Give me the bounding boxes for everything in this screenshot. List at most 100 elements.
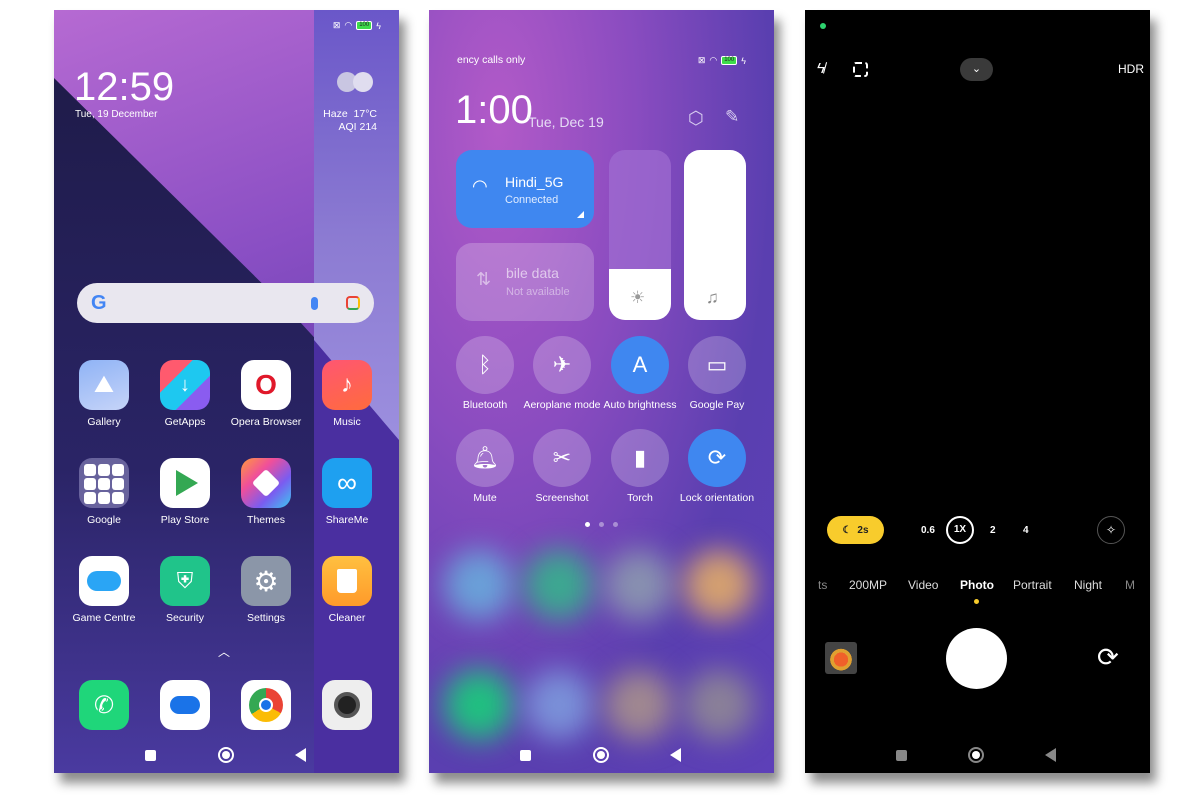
app-security[interactable]: ⛨ Security bbox=[145, 556, 225, 624]
app-drawer-chevron-icon[interactable]: ︿ bbox=[218, 643, 230, 660]
focus-icon[interactable] bbox=[853, 62, 868, 77]
zoom-1x[interactable]: 1X bbox=[946, 516, 974, 544]
zoom-2[interactable]: 2 bbox=[990, 525, 996, 536]
weather-temp: 17°C bbox=[353, 108, 377, 120]
recents-button[interactable] bbox=[145, 750, 156, 761]
app-game-centre[interactable]: Game Centre bbox=[64, 556, 144, 624]
app-play-store[interactable]: Play Store bbox=[145, 458, 225, 526]
mic-icon[interactable] bbox=[311, 296, 318, 310]
haze-icon bbox=[337, 70, 377, 92]
blurred-app bbox=[524, 670, 594, 740]
app-label: Gallery bbox=[87, 416, 121, 428]
dock-phone[interactable]: ✆ bbox=[64, 680, 144, 730]
toggle-lock-orientation[interactable]: ⟳ Lock orientation bbox=[677, 429, 757, 504]
zoom-4[interactable]: 4 bbox=[1023, 525, 1029, 536]
sun-icon: ☀ bbox=[630, 288, 646, 307]
zoom-0.6[interactable]: 0.6 bbox=[921, 525, 935, 536]
toggle-google-pay[interactable]: ▭ Google Pay bbox=[677, 336, 757, 411]
home-button[interactable] bbox=[968, 747, 984, 763]
wifi-network-name: Hindi_5G bbox=[505, 174, 564, 190]
wifi-status: Connected bbox=[505, 194, 559, 206]
app-gallery[interactable]: ⛰ Gallery bbox=[64, 360, 144, 428]
bell-icon: 🔔︎ bbox=[456, 429, 514, 487]
mode-200mp[interactable]: 200MP bbox=[849, 578, 887, 592]
toggle-auto-brightness[interactable]: A Auto brightness bbox=[600, 336, 680, 411]
mode-portrait[interactable]: Portrait bbox=[1013, 578, 1052, 592]
app-label: ShareMe bbox=[325, 514, 369, 526]
toggle-screenshot[interactable]: ✂ Screenshot bbox=[522, 429, 602, 504]
wifi-tile[interactable]: ◠ Hindi_5G Connected bbox=[456, 150, 594, 228]
switch-camera-icon[interactable]: ⟳ bbox=[1097, 642, 1119, 673]
mode-night[interactable]: Night bbox=[1074, 578, 1102, 592]
dock-messages[interactable] bbox=[145, 680, 225, 730]
charging-icon: ϟ bbox=[376, 20, 381, 31]
app-settings[interactable]: ⚙ Settings bbox=[226, 556, 306, 624]
app-label: Game Centre bbox=[72, 612, 136, 624]
mode-video[interactable]: Video bbox=[908, 578, 938, 592]
mode-photo[interactable]: Photo bbox=[960, 578, 994, 592]
dock-chrome[interactable] bbox=[226, 680, 306, 730]
app-google-folder[interactable]: Google bbox=[64, 458, 144, 526]
home-button[interactable] bbox=[593, 747, 609, 763]
dock-camera[interactable] bbox=[307, 680, 387, 730]
back-button[interactable] bbox=[295, 748, 306, 762]
app-cleaner[interactable]: Cleaner bbox=[307, 556, 387, 624]
wifi-icon: ◠ bbox=[709, 55, 718, 65]
google-search-bar[interactable]: G bbox=[77, 283, 374, 323]
app-label: Cleaner bbox=[328, 612, 366, 624]
flash-off-icon[interactable]: ϟ̸ bbox=[817, 60, 825, 77]
toggle-label: Google Pay bbox=[689, 399, 745, 411]
more-options-chevron-icon[interactable]: ⌄ bbox=[960, 58, 993, 81]
app-label: Security bbox=[166, 612, 204, 624]
brightness-slider[interactable]: ☀ bbox=[609, 150, 671, 320]
weather-widget[interactable]: Haze 17°C AQI 214 bbox=[323, 108, 377, 134]
volume-slider[interactable]: ♫ bbox=[684, 150, 746, 320]
camera-icon bbox=[322, 680, 372, 730]
ai-enhance-icon[interactable]: ✧ bbox=[1097, 516, 1125, 544]
app-themes[interactable]: Themes bbox=[226, 458, 306, 526]
weather-condition: Haze bbox=[323, 108, 348, 120]
selected-mode-dot bbox=[974, 599, 979, 604]
mobile-data-tile[interactable]: ⇅ bile data Not available bbox=[456, 243, 594, 321]
toggle-bluetooth[interactable]: ᛒ Bluetooth bbox=[445, 336, 525, 411]
mode-partial-right[interactable]: M bbox=[1125, 578, 1135, 592]
night-timer-value: 2s bbox=[857, 524, 869, 536]
hdr-button[interactable]: HDR bbox=[1118, 62, 1144, 76]
settings-icon[interactable]: ⬡ bbox=[688, 108, 704, 129]
mobile-data-status: Not available bbox=[506, 286, 570, 298]
back-button[interactable] bbox=[1045, 748, 1056, 762]
lens-icon[interactable] bbox=[346, 296, 360, 310]
clock-widget[interactable]: 12:59 bbox=[74, 65, 174, 110]
blurred-app bbox=[684, 670, 754, 740]
toggle-label: Torch bbox=[627, 492, 653, 504]
toggle-label: Lock orientation bbox=[679, 492, 755, 504]
status-bar: ⊠ ◠ 100 ϟ bbox=[333, 20, 381, 31]
night-mode-timer-button[interactable]: ☾ 2s bbox=[827, 516, 884, 544]
app-getapps[interactable]: ↓ GetApps bbox=[145, 360, 225, 428]
blurred-app bbox=[684, 550, 754, 620]
camera-app: ϟ̸ ⌄ HDR ☾ 2s 0.6 1X 2 4 ✧ ts 200MP Vide… bbox=[805, 10, 1150, 773]
app-label: Music bbox=[333, 416, 361, 428]
gallery-thumbnail[interactable] bbox=[825, 642, 857, 674]
toggle-label: Bluetooth bbox=[462, 399, 508, 411]
cc-date: Tue, Dec 19 bbox=[528, 114, 604, 130]
blurred-app bbox=[604, 550, 674, 620]
edit-icon[interactable]: ✎ bbox=[725, 107, 739, 127]
mode-partial-left[interactable]: ts bbox=[818, 578, 827, 592]
recents-button[interactable] bbox=[896, 750, 907, 761]
home-button[interactable] bbox=[218, 747, 234, 763]
recents-button[interactable] bbox=[520, 750, 531, 761]
app-opera[interactable]: O Opera Browser bbox=[226, 360, 306, 428]
back-button[interactable] bbox=[670, 748, 681, 762]
page-dot bbox=[613, 522, 618, 527]
toggle-torch[interactable]: ▮ Torch bbox=[600, 429, 680, 504]
app-label: Play Store bbox=[160, 514, 210, 526]
app-music[interactable]: ♪ Music bbox=[307, 360, 387, 428]
shutter-button[interactable] bbox=[946, 628, 1007, 689]
battery-indicator: 100 bbox=[721, 56, 738, 65]
toggle-mute[interactable]: 🔔︎ Mute bbox=[445, 429, 525, 504]
control-center: ency calls only ⊠ ◠ 100 ϟ 1:00 Tue, Dec … bbox=[429, 10, 774, 773]
wifi-icon: ◠ bbox=[344, 20, 353, 30]
app-shareme[interactable]: ∞ ShareMe bbox=[307, 458, 387, 526]
toggle-aeroplane[interactable]: ✈ Aeroplane mode bbox=[522, 336, 602, 411]
